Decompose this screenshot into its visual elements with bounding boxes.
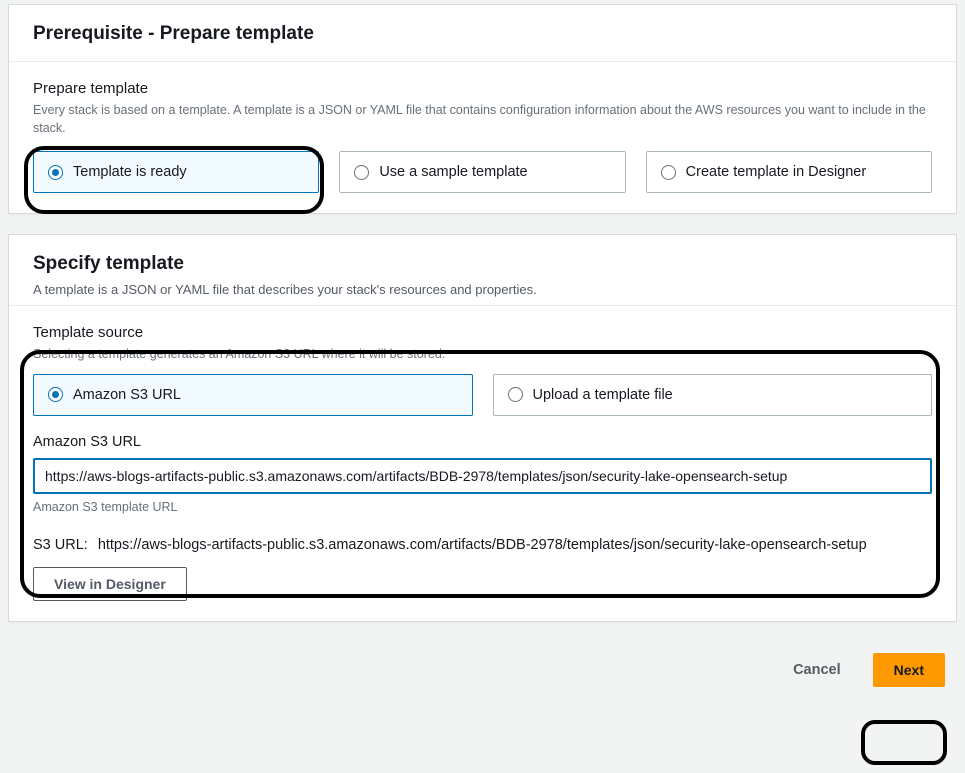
radio-icon [48, 165, 63, 180]
prepare-template-label: Prepare template [33, 80, 932, 97]
template-source-label: Template source [33, 324, 932, 341]
prerequisite-title: Prerequisite - Prepare template [33, 23, 932, 45]
s3-url-helper: Amazon S3 template URL [33, 500, 932, 514]
s3-url-resolved-value: https://aws-blogs-artifacts-public.s3.am… [98, 537, 867, 553]
button-label: Next [894, 662, 924, 678]
button-label: Cancel [793, 662, 841, 678]
footer-actions: Cancel Next [0, 642, 965, 698]
option-label: Template is ready [73, 164, 187, 180]
annotation-highlight [861, 720, 947, 765]
prerequisite-panel: Prerequisite - Prepare template Prepare … [8, 4, 957, 214]
view-in-designer-button[interactable]: View in Designer [33, 567, 187, 601]
radio-icon [508, 387, 523, 402]
radio-icon [661, 165, 676, 180]
radio-icon [48, 387, 63, 402]
source-option-upload[interactable]: Upload a template file [493, 374, 933, 416]
option-create-designer[interactable]: Create template in Designer [646, 151, 932, 193]
cancel-button[interactable]: Cancel [773, 652, 861, 688]
source-option-s3[interactable]: Amazon S3 URL [33, 374, 473, 416]
option-label: Amazon S3 URL [73, 387, 181, 403]
option-label: Use a sample template [379, 164, 527, 180]
s3-url-label: Amazon S3 URL [33, 434, 932, 450]
button-label: View in Designer [54, 576, 166, 592]
next-button[interactable]: Next [873, 653, 945, 687]
specify-template-desc: A template is a JSON or YAML file that d… [33, 281, 932, 299]
resolved-s3-url: S3 URL: https://aws-blogs-artifacts-publi… [33, 534, 932, 557]
specify-template-panel: Specify template A template is a JSON or… [8, 234, 957, 622]
s3-url-resolved-label: S3 URL: [33, 534, 88, 557]
option-use-sample[interactable]: Use a sample template [339, 151, 625, 193]
s3-url-input[interactable] [33, 458, 932, 494]
template-source-desc: Selecting a template generates an Amazon… [33, 345, 932, 363]
prepare-template-desc: Every stack is based on a template. A te… [33, 101, 932, 137]
option-template-ready[interactable]: Template is ready [33, 151, 319, 193]
specify-template-title: Specify template [33, 253, 932, 275]
radio-icon [354, 165, 369, 180]
option-label: Create template in Designer [686, 164, 867, 180]
option-label: Upload a template file [533, 387, 673, 403]
